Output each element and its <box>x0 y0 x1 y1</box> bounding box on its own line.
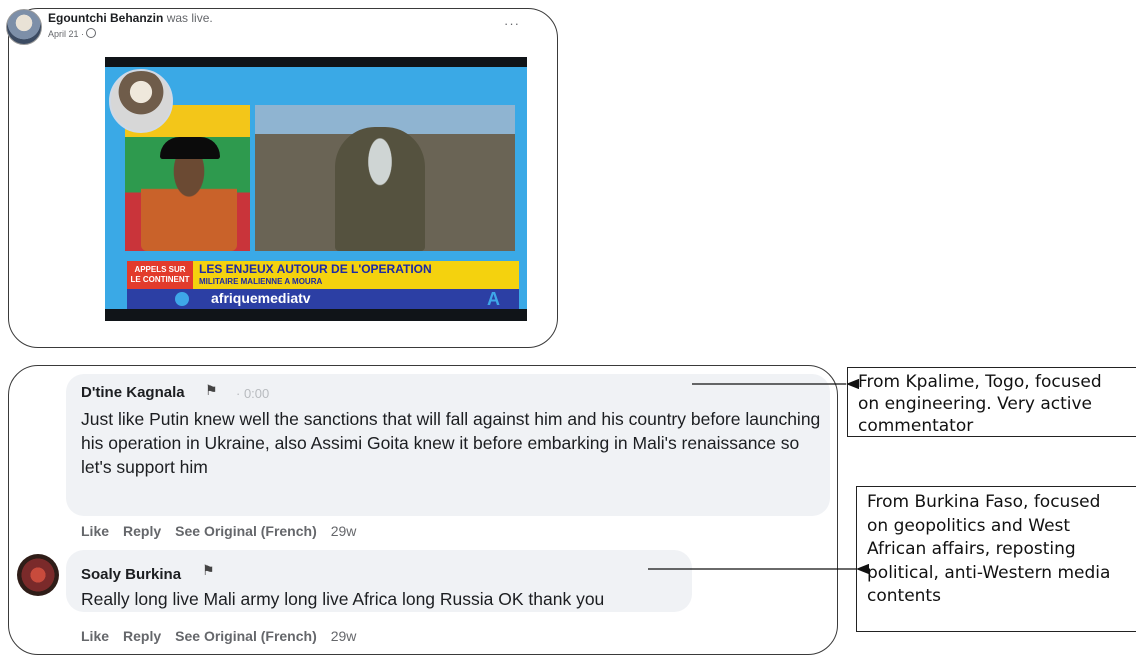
annotation-arrows <box>648 378 869 575</box>
